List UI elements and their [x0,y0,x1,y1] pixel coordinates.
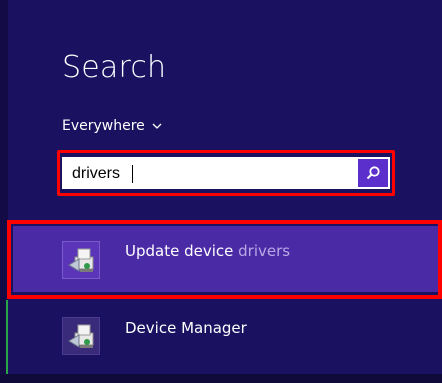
search-icon [366,166,380,180]
search-input[interactable] [72,163,352,185]
search-scope-dropdown[interactable]: Everywhere [62,118,163,134]
search-charm-panel: Search Everywhere drivers Update device … [0,0,442,383]
device-manager-icon [62,241,100,279]
search-button[interactable] [358,159,388,187]
text-caret [132,165,133,183]
chevron-down-icon [152,123,162,129]
search-scope-label: Everywhere [62,118,145,134]
search-result-label: Device Manager [125,319,247,337]
panel-title: Search [62,50,167,85]
bottom-edge-strip [0,374,442,383]
left-edge-accent-line [6,300,8,375]
search-box[interactable] [62,157,390,189]
search-result-label: Update device drivers [125,242,291,260]
device-manager-icon [62,317,100,355]
